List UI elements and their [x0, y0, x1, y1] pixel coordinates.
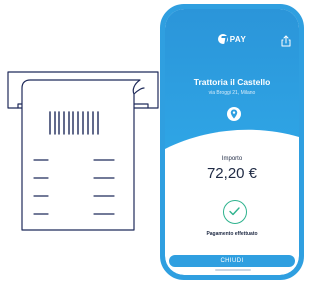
share-icon[interactable]	[281, 35, 291, 47]
phone-frame: PAY Trattoria il Castello via Broggi 21,…	[160, 4, 304, 280]
stage: PAY Trattoria il Castello via Broggi 21,…	[0, 0, 307, 284]
app-brand: PAY	[165, 34, 299, 45]
home-indicator	[215, 269, 251, 271]
brand-label: PAY	[229, 35, 247, 45]
close-button[interactable]: CHIUDI	[169, 255, 295, 267]
receipt-printer-icon	[7, 71, 159, 231]
merchant-name: Trattoria il Castello	[193, 77, 271, 87]
brand-logo-icon	[217, 34, 228, 44]
amount-value: 72,20 €	[206, 165, 258, 182]
amount-label: Importo	[221, 156, 243, 162]
payment-status: Pagamento effettuato	[206, 231, 258, 237]
location-pin-icon	[227, 107, 241, 121]
phone-screen: PAY Trattoria il Castello via Broggi 21,…	[165, 9, 299, 275]
checkmark-icon	[223, 200, 247, 224]
merchant-address: via Broggi 21, Milano	[208, 90, 256, 96]
